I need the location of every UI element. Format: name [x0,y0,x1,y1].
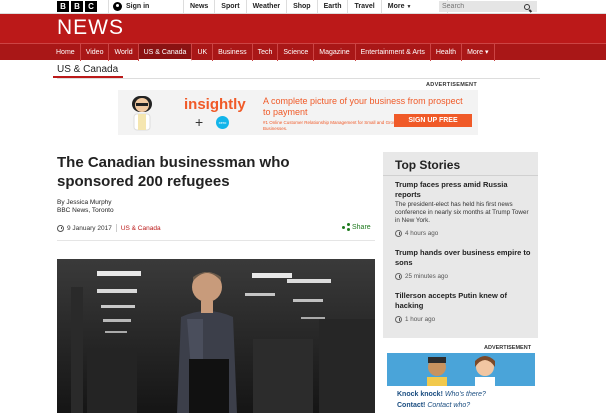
story-time: 4 hours ago [395,230,533,237]
news-header: NEWS [0,14,606,43]
story-headline[interactable]: Trump hands over business empire to sons [395,248,533,268]
people-illustration-icon [427,356,495,387]
xero-logo: xero [216,116,229,129]
global-nav-earth[interactable]: Earth [318,0,349,13]
story-time-label: 25 minutes ago [405,273,449,280]
share-icon [342,223,350,231]
article-meta: 9 January 2017 US & Canada [57,224,161,232]
share-label: Share [352,223,371,231]
logo-letter: C [85,1,97,12]
story-headline[interactable]: Trump faces press amid Russia reports [395,180,533,200]
story-time: 25 minutes ago [395,273,533,280]
top-stories-title: Top Stories [395,158,461,172]
global-nav-travel[interactable]: Travel [348,0,382,13]
signin-button[interactable]: Sign in [108,0,184,13]
nav-home[interactable]: Home [51,44,81,61]
advert-line: Contact! Contact who? [397,402,470,409]
share-button[interactable]: Share [342,223,371,231]
top-stories-panel: Top Stories Trump faces press amid Russi… [383,152,538,338]
divider [57,240,375,241]
bbc-logo[interactable]: B B C [57,1,97,12]
global-nav-more[interactable]: More ▼ [382,0,448,13]
nav-more[interactable]: More ▾ [462,44,495,61]
list-item[interactable]: Trump faces press amid Russia reports Th… [395,180,533,237]
search-button[interactable] [521,1,533,12]
global-nav: News Sport Weather Shop Earth Travel Mor… [184,0,448,13]
advert-italic: Who's there? [444,391,486,398]
news-title[interactable]: NEWS [57,16,124,40]
divider [57,78,540,79]
nav-uk[interactable]: UK [192,44,214,61]
byline: By Jessica Murphy BBC News, Toronto [57,199,114,215]
nav-video[interactable]: Video [81,44,110,61]
advert-italic: Contact who? [427,402,471,409]
insightly-logo: insightly [184,96,246,113]
advert-side-banner[interactable]: Knock knock! Who's there? Contact! Conta… [387,353,535,413]
plus-icon: + [195,114,204,130]
byline-source: BBC News, Toronto [57,207,114,214]
logo-letter: B [71,1,83,12]
chevron-down-icon: ▾ [484,49,489,56]
clock-icon [395,273,402,280]
nav-magazine[interactable]: Magazine [314,44,356,61]
list-item[interactable]: Trump hands over business empire to sons… [395,248,533,280]
masthead: B B C Sign in News Sport Weather Shop Ea… [0,0,606,14]
story-time: 1 hour ago [395,316,533,323]
global-nav-sport[interactable]: Sport [215,0,247,13]
more-label: More [387,3,405,10]
search-input[interactable] [439,1,521,12]
global-nav-news[interactable]: News [184,0,216,13]
story-time-label: 1 hour ago [405,316,436,323]
clock-icon [395,230,402,237]
nav-entertainment-arts[interactable]: Entertainment & Arts [356,44,431,61]
advert-bold: Contact! [397,402,426,409]
advert-banner[interactable]: insightly + xero A complete picture of y… [118,90,478,135]
search-box [439,1,537,12]
advert-line: Knock knock! Who's there? [397,391,486,398]
article-photo[interactable] [57,259,375,413]
search-icon [524,3,530,10]
chevron-down-icon: ▼ [406,4,412,10]
divider [383,175,538,176]
divider [115,224,117,232]
logo-letter: B [57,1,69,12]
article-date: 9 January 2017 [67,224,112,232]
story-time-label: 4 hours ago [405,230,439,237]
nav-world[interactable]: World [109,44,139,61]
signin-label: Sign in [126,3,150,10]
byline-author: By Jessica Murphy [57,199,112,206]
list-item[interactable]: Tillerson accepts Putin knew of hacking … [395,291,533,323]
advert-label: ADVERTISEMENT [426,82,477,88]
advert-subline: #1 Online Customer Relationship Manageme… [263,120,403,131]
nav-health[interactable]: Health [431,44,463,61]
nav-more-label: More [467,49,484,56]
global-nav-weather[interactable]: Weather [247,0,288,13]
article-headline: The Canadian businessman who sponsored 2… [57,154,290,190]
nav-business[interactable]: Business [213,44,253,61]
story-summary: The president-elect has held his first n… [395,201,529,224]
person-illustration-icon [132,96,152,131]
signup-button[interactable]: SIGN UP FREE [394,114,472,127]
section-title[interactable]: US & Canada [57,64,118,75]
section-nav: Home Video World US & Canada UK Business… [0,43,606,61]
clock-icon [395,316,402,323]
clock-icon [57,224,64,232]
nav-us-canada[interactable]: US & Canada [138,44,193,61]
story-headline[interactable]: Tillerson accepts Putin knew of hacking [395,291,533,311]
user-icon [113,2,122,11]
advert-label: ADVERTISEMENT [484,345,532,351]
nav-science[interactable]: Science [278,44,315,61]
advert-bold: Knock knock! [397,391,443,398]
article-section-link[interactable]: US & Canada [121,225,161,232]
global-nav-shop[interactable]: Shop [287,0,318,13]
nav-tech[interactable]: Tech [253,44,279,61]
